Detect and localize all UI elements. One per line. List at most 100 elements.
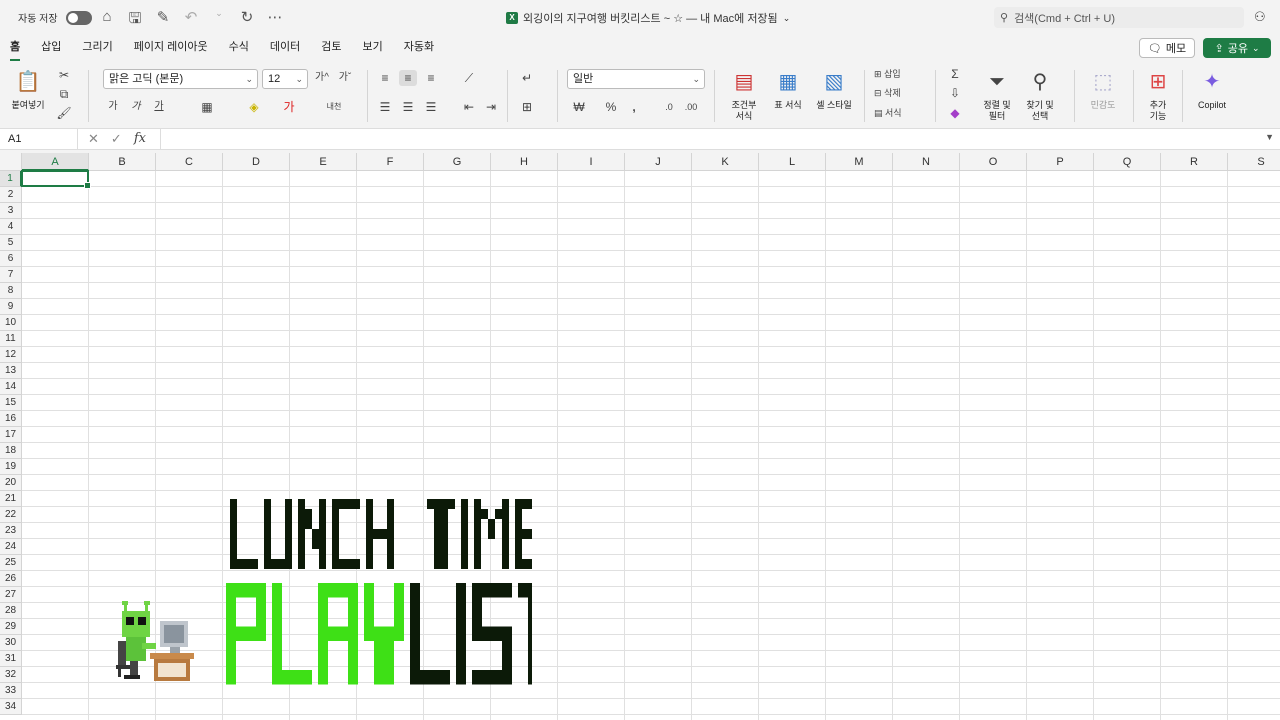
row-header-15[interactable]: 15 — [0, 395, 22, 411]
row-header-32[interactable]: 32 — [0, 667, 22, 683]
copy-icon[interactable]: ⧉ — [55, 86, 73, 102]
increase-font-icon[interactable]: 가^ — [313, 70, 331, 86]
confirm-icon[interactable]: ✓ — [111, 131, 122, 147]
column-header-e[interactable]: E — [290, 153, 357, 171]
function-icon[interactable]: fx — [134, 131, 146, 147]
row-header-17[interactable]: 17 — [0, 427, 22, 443]
column-header-r[interactable]: R — [1161, 153, 1228, 171]
row-header-12[interactable]: 12 — [0, 347, 22, 363]
more-icon[interactable]: ⋯ — [266, 8, 284, 33]
italic-button[interactable]: 가 — [127, 99, 145, 115]
row-header-16[interactable]: 16 — [0, 411, 22, 427]
row-header-3[interactable]: 3 — [0, 203, 22, 219]
row-header-27[interactable]: 27 — [0, 587, 22, 603]
column-header-o[interactable]: O — [960, 153, 1027, 171]
column-header-a[interactable]: A — [22, 153, 89, 171]
bold-button[interactable]: 가 — [104, 99, 122, 115]
increase-decimal-icon[interactable]: .0 — [660, 99, 678, 115]
delete-cells-button[interactable]: ⊟ 삭제 — [874, 85, 924, 101]
align-left-icon[interactable]: ☰ — [376, 99, 394, 115]
row-header-23[interactable]: 23 — [0, 523, 22, 539]
increase-indent-icon[interactable]: ⇥ — [482, 99, 500, 115]
row-header-24[interactable]: 24 — [0, 539, 22, 555]
sensitivity-button[interactable]: ⬚ 민감도 — [1084, 68, 1122, 111]
align-top-icon[interactable]: ≡ — [376, 70, 394, 86]
active-cell-a1[interactable] — [21, 170, 91, 189]
align-right-icon[interactable]: ☰ — [422, 99, 440, 115]
row-header-33[interactable]: 33 — [0, 683, 22, 699]
row-header-34[interactable]: 34 — [0, 699, 22, 715]
table-format-button[interactable]: ▦ 표 서식 — [768, 68, 808, 111]
tab-view[interactable]: 보기 — [357, 36, 389, 58]
row-header-18[interactable]: 18 — [0, 443, 22, 459]
cancel-icon[interactable]: ✕ — [88, 131, 99, 147]
column-header-n[interactable]: N — [893, 153, 960, 171]
font-color-icon[interactable]: 가 — [280, 99, 298, 115]
tab-home[interactable]: 홈 — [4, 36, 26, 61]
clear-icon[interactable]: ◆ — [946, 105, 964, 121]
undo-icon[interactable]: ↶ — [182, 8, 200, 33]
tab-draw[interactable]: 그리기 — [76, 36, 118, 58]
format-painter-icon[interactable]: 🖌 — [55, 105, 73, 121]
number-format-select[interactable]: 일반 ⌄ — [567, 69, 705, 89]
row-header-6[interactable]: 6 — [0, 251, 22, 267]
column-header-l[interactable]: L — [759, 153, 826, 171]
autosave[interactable]: 자동 저장 — [18, 10, 92, 25]
row-header-14[interactable]: 14 — [0, 379, 22, 395]
autosave-toggle[interactable] — [65, 10, 92, 25]
row-header-7[interactable]: 7 — [0, 267, 22, 283]
row-header-8[interactable]: 8 — [0, 283, 22, 299]
row-header-29[interactable]: 29 — [0, 619, 22, 635]
tab-insert[interactable]: 삽입 — [35, 36, 67, 58]
column-header-g[interactable]: G — [424, 153, 491, 171]
search-box[interactable]: ⚲ 검색(Cmd + Ctrl + U) — [994, 7, 1244, 28]
row-header-2[interactable]: 2 — [0, 187, 22, 203]
row-header-9[interactable]: 9 — [0, 299, 22, 315]
percent-icon[interactable]: % — [602, 99, 620, 115]
border-icon[interactable]: ▦ — [198, 99, 216, 115]
fill-color-icon[interactable]: ◈ — [245, 99, 263, 115]
column-header-b[interactable]: B — [89, 153, 156, 171]
cell-style-button[interactable]: ▧ 셀 스타일 — [812, 68, 856, 111]
row-header-31[interactable]: 31 — [0, 651, 22, 667]
autosum-icon[interactable]: Σ — [946, 66, 964, 82]
tab-formulas[interactable]: 수식 — [223, 36, 255, 58]
home-icon[interactable]: ⌂ — [98, 8, 116, 33]
column-header-i[interactable]: I — [558, 153, 625, 171]
save-as-icon[interactable]: ✎ — [154, 8, 172, 33]
decrease-font-icon[interactable]: 가ˇ — [336, 70, 354, 86]
font-size-select[interactable]: 12 ⌄ — [262, 69, 308, 89]
redo-icon[interactable]: ↻ — [238, 8, 256, 33]
undo-dropdown-icon[interactable]: ⌄ — [210, 8, 228, 33]
column-header-m[interactable]: M — [826, 153, 893, 171]
row-header-28[interactable]: 28 — [0, 603, 22, 619]
select-all-corner[interactable] — [0, 153, 22, 171]
align-center-icon[interactable]: ☰ — [399, 99, 417, 115]
row-header-4[interactable]: 4 — [0, 219, 22, 235]
spreadsheet-grid[interactable]: A B C D E F G H I J K L M N O P Q R S 1 2 3 4 5 6 7 8 9 10 11 12 13 14 15… — [0, 153, 1280, 720]
orientation-icon[interactable]: ⟋ — [460, 70, 478, 86]
share-people-icon[interactable]: ⚇ — [1254, 9, 1266, 25]
find-select-button[interactable]: ⚲ 찾기 및 선택 — [1021, 68, 1059, 122]
row-header-20[interactable]: 20 — [0, 475, 22, 491]
comma-style-icon[interactable]: , — [625, 99, 643, 115]
tab-page-layout[interactable]: 페이지 레이아웃 — [128, 36, 214, 58]
tab-data[interactable]: 데이터 — [264, 36, 306, 58]
row-header-11[interactable]: 11 — [0, 331, 22, 347]
align-middle-icon[interactable]: ≡ — [399, 70, 417, 86]
sort-filter-button[interactable]: ⏷ 정렬 및 필터 — [978, 68, 1016, 122]
row-header-5[interactable]: 5 — [0, 235, 22, 251]
share-button[interactable]: ⇪ 공유 ⌄ — [1203, 38, 1271, 58]
name-box[interactable]: A1 — [0, 129, 78, 150]
row-header-13[interactable]: 13 — [0, 363, 22, 379]
row-header-21[interactable]: 21 — [0, 491, 22, 507]
row-header-30[interactable]: 30 — [0, 635, 22, 651]
save-icon[interactable]: 🖫 — [126, 8, 144, 33]
font-name-select[interactable]: 맑은 고딕 (본문) ⌄ — [103, 69, 258, 89]
copilot-button[interactable]: ✦ Copilot — [1192, 68, 1232, 111]
decrease-indent-icon[interactable]: ⇤ — [460, 99, 478, 115]
addins-button[interactable]: ⊞ 추가 기능 — [1142, 68, 1174, 122]
underline-button[interactable]: 가 — [150, 99, 168, 115]
column-header-s[interactable]: S — [1228, 153, 1280, 171]
wrap-text-icon[interactable]: ↵ — [518, 70, 536, 86]
